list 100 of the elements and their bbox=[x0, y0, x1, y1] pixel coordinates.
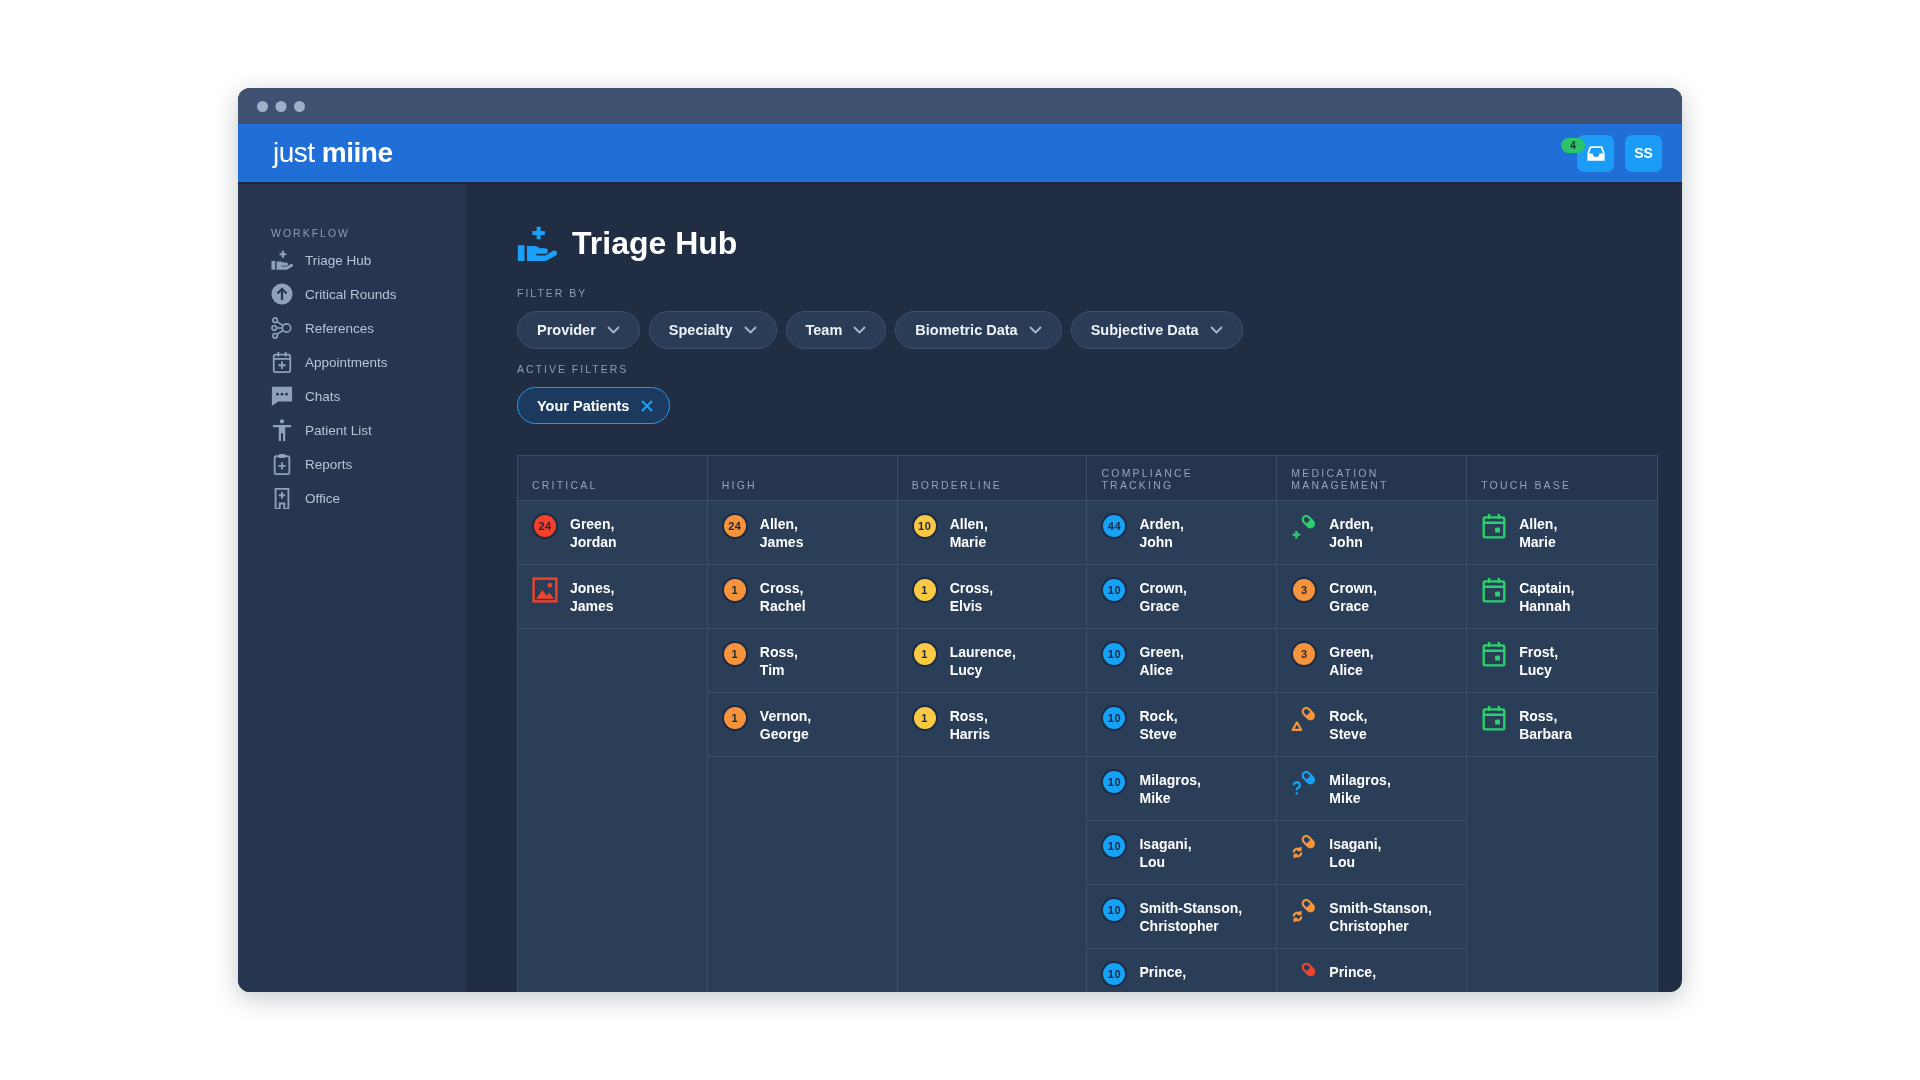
filter-label: ACTIVE FILTERS bbox=[517, 363, 629, 375]
patient-surname: Frost, bbox=[1519, 643, 1559, 661]
patient-card[interactable]: 3 Green, Alice bbox=[1277, 629, 1467, 693]
patient-card[interactable]: Prince, bbox=[1277, 949, 1467, 992]
hand-with-plus-icon bbox=[517, 225, 557, 262]
patient-given-name: Hannah bbox=[1519, 597, 1571, 615]
column-title: CRITICAL bbox=[532, 478, 598, 491]
sidebar-item[interactable]: Critical Rounds bbox=[271, 277, 397, 311]
patient-card[interactable]: 10 Milagros, Mike bbox=[1087, 757, 1277, 821]
inbox-button[interactable] bbox=[1577, 134, 1614, 172]
calendar-plus-icon bbox=[271, 351, 293, 373]
priority-count: 24 bbox=[721, 513, 748, 539]
patient-card[interactable]: Isagani, Lou bbox=[1277, 821, 1467, 885]
patient-card[interactable]: Milagros, Mike bbox=[1277, 757, 1467, 821]
patient-card[interactable]: 10 Isagani, Lou bbox=[1087, 821, 1277, 885]
priority-count: 3 bbox=[1291, 641, 1318, 667]
window-dots-icon bbox=[257, 100, 305, 112]
patient-surname: Arden, bbox=[1329, 515, 1374, 533]
patient-surname: Isagani, bbox=[1329, 835, 1382, 853]
patient-card[interactable]: 10 Crown, Grace bbox=[1087, 565, 1277, 629]
patient-given-name: Lucy bbox=[1519, 661, 1552, 679]
patient-card[interactable]: Smith-Stanson, Christopher bbox=[1277, 885, 1467, 949]
sidebar-item[interactable]: Reports bbox=[271, 447, 353, 481]
sidebar-item[interactable]: Triage Hub bbox=[271, 243, 372, 277]
clipboard-plus-icon bbox=[271, 453, 293, 475]
patient-card[interactable]: Arden, John bbox=[1277, 501, 1467, 565]
patient-surname: Prince, bbox=[1329, 963, 1377, 981]
sidebar-item[interactable]: Office bbox=[271, 481, 340, 515]
column-title: TOUCH BASE bbox=[1481, 478, 1572, 491]
priority-count: 10 bbox=[1101, 961, 1128, 987]
section-label: WORKFLOW bbox=[271, 227, 350, 239]
patient-card[interactable]: 1 Ross, Harris bbox=[897, 693, 1087, 757]
patient-given-name: John bbox=[1329, 533, 1363, 551]
patient-card[interactable]: 24 Allen, James bbox=[707, 501, 897, 565]
filter-dropdown[interactable]: Provider bbox=[517, 311, 640, 349]
filter-dropdown[interactable]: Subjective Data bbox=[1070, 311, 1243, 349]
sidebar-item[interactable]: Appointments bbox=[271, 345, 388, 379]
close-icon bbox=[641, 399, 654, 412]
priority-count: 1 bbox=[721, 641, 748, 667]
person-icon bbox=[271, 419, 293, 441]
patient-surname: Allen, bbox=[949, 515, 988, 533]
patient-card[interactable]: 10 Allen, Marie bbox=[897, 501, 1087, 565]
priority-count: 1 bbox=[911, 641, 938, 667]
patient-card[interactable]: 24 Green, Jordan bbox=[518, 501, 707, 565]
priority-count: 1 bbox=[721, 705, 748, 731]
patient-given-name: George bbox=[759, 725, 809, 743]
filter-dropdown[interactable]: Specialty bbox=[648, 311, 777, 349]
patient-surname: Green, bbox=[570, 515, 615, 533]
patient-given-name: Grace bbox=[1329, 597, 1370, 615]
sidebar-item[interactable]: Chats bbox=[271, 379, 341, 413]
patient-given-name: Christopher bbox=[1139, 917, 1219, 935]
patient-given-name: Tim bbox=[759, 661, 785, 679]
column-title: HIGH bbox=[721, 478, 757, 491]
sidebar-item[interactable]: Patient List bbox=[271, 413, 372, 447]
network-nodes-icon bbox=[271, 317, 293, 339]
patient-card[interactable]: 10 Rock, Steve bbox=[1087, 693, 1277, 757]
patient-given-name: Steve bbox=[1329, 725, 1367, 743]
patient-surname: Rock, bbox=[1329, 707, 1368, 725]
patient-card[interactable]: 10 Green, Alice bbox=[1087, 629, 1277, 693]
patient-card[interactable]: 1 Laurence, Lucy bbox=[897, 629, 1087, 693]
patient-card[interactable]: Jones, James bbox=[518, 565, 707, 629]
hand-with-plus-icon bbox=[271, 249, 293, 271]
column-title: BORDERLINE bbox=[911, 478, 1002, 491]
up-arrow-circle-icon bbox=[271, 283, 293, 305]
patient-card[interactable]: 3 Crown, Grace bbox=[1277, 565, 1467, 629]
patient-given-name: Elvis bbox=[949, 597, 983, 615]
patient-card[interactable]: 1 Cross, Elvis bbox=[897, 565, 1087, 629]
priority-count: 44 bbox=[1101, 513, 1128, 539]
patient-card[interactable]: 10 Smith-Stanson, Christopher bbox=[1087, 885, 1277, 949]
patient-given-name: Lou bbox=[1139, 853, 1166, 871]
priority-count: 10 bbox=[1101, 705, 1128, 731]
logo: just miine bbox=[273, 139, 393, 167]
patient-card[interactable]: Allen, Marie bbox=[1467, 501, 1657, 565]
patient-given-name: Grace bbox=[1139, 597, 1180, 615]
patient-surname: Jones, bbox=[570, 579, 615, 597]
patient-surname: Milagros, bbox=[1139, 771, 1201, 789]
patient-surname: Allen, bbox=[759, 515, 798, 533]
patient-card[interactable]: Rock, Steve bbox=[1277, 693, 1467, 757]
filter-dropdown[interactable]: Team bbox=[785, 311, 887, 349]
patient-card[interactable]: 1 Cross, Rachel bbox=[707, 565, 897, 629]
inbox-tray-icon bbox=[1586, 145, 1605, 161]
column-title: COMPLIANCE TRACKING bbox=[1101, 466, 1194, 491]
chat-bubble-icon bbox=[271, 385, 293, 407]
patient-given-name: Jordan bbox=[570, 533, 617, 551]
patient-card[interactable]: 1 Vernon, George bbox=[707, 693, 897, 757]
patient-surname: Isagani, bbox=[1139, 835, 1192, 853]
patient-card[interactable]: Ross, Barbara bbox=[1467, 693, 1657, 757]
filter-dropdown[interactable]: Biometric Data bbox=[895, 311, 1062, 349]
patient-card[interactable]: Captain, Hannah bbox=[1467, 565, 1657, 629]
patient-given-name: James bbox=[570, 597, 614, 615]
page-title: Triage Hub bbox=[572, 225, 738, 262]
sidebar-item[interactable]: References bbox=[271, 311, 375, 345]
patient-card[interactable]: Frost, Lucy bbox=[1467, 629, 1657, 693]
patient-card[interactable]: 44 Arden, John bbox=[1087, 501, 1277, 565]
patient-card[interactable]: 10 Prince, bbox=[1087, 949, 1277, 992]
patient-given-name: Lou bbox=[1329, 853, 1355, 871]
active-filter-button[interactable]: Your Patients bbox=[517, 387, 671, 424]
patient-card[interactable]: 1 Ross, Tim bbox=[707, 629, 897, 693]
priority-count: 24 bbox=[532, 513, 558, 539]
patient-surname: Cross, bbox=[759, 579, 804, 597]
